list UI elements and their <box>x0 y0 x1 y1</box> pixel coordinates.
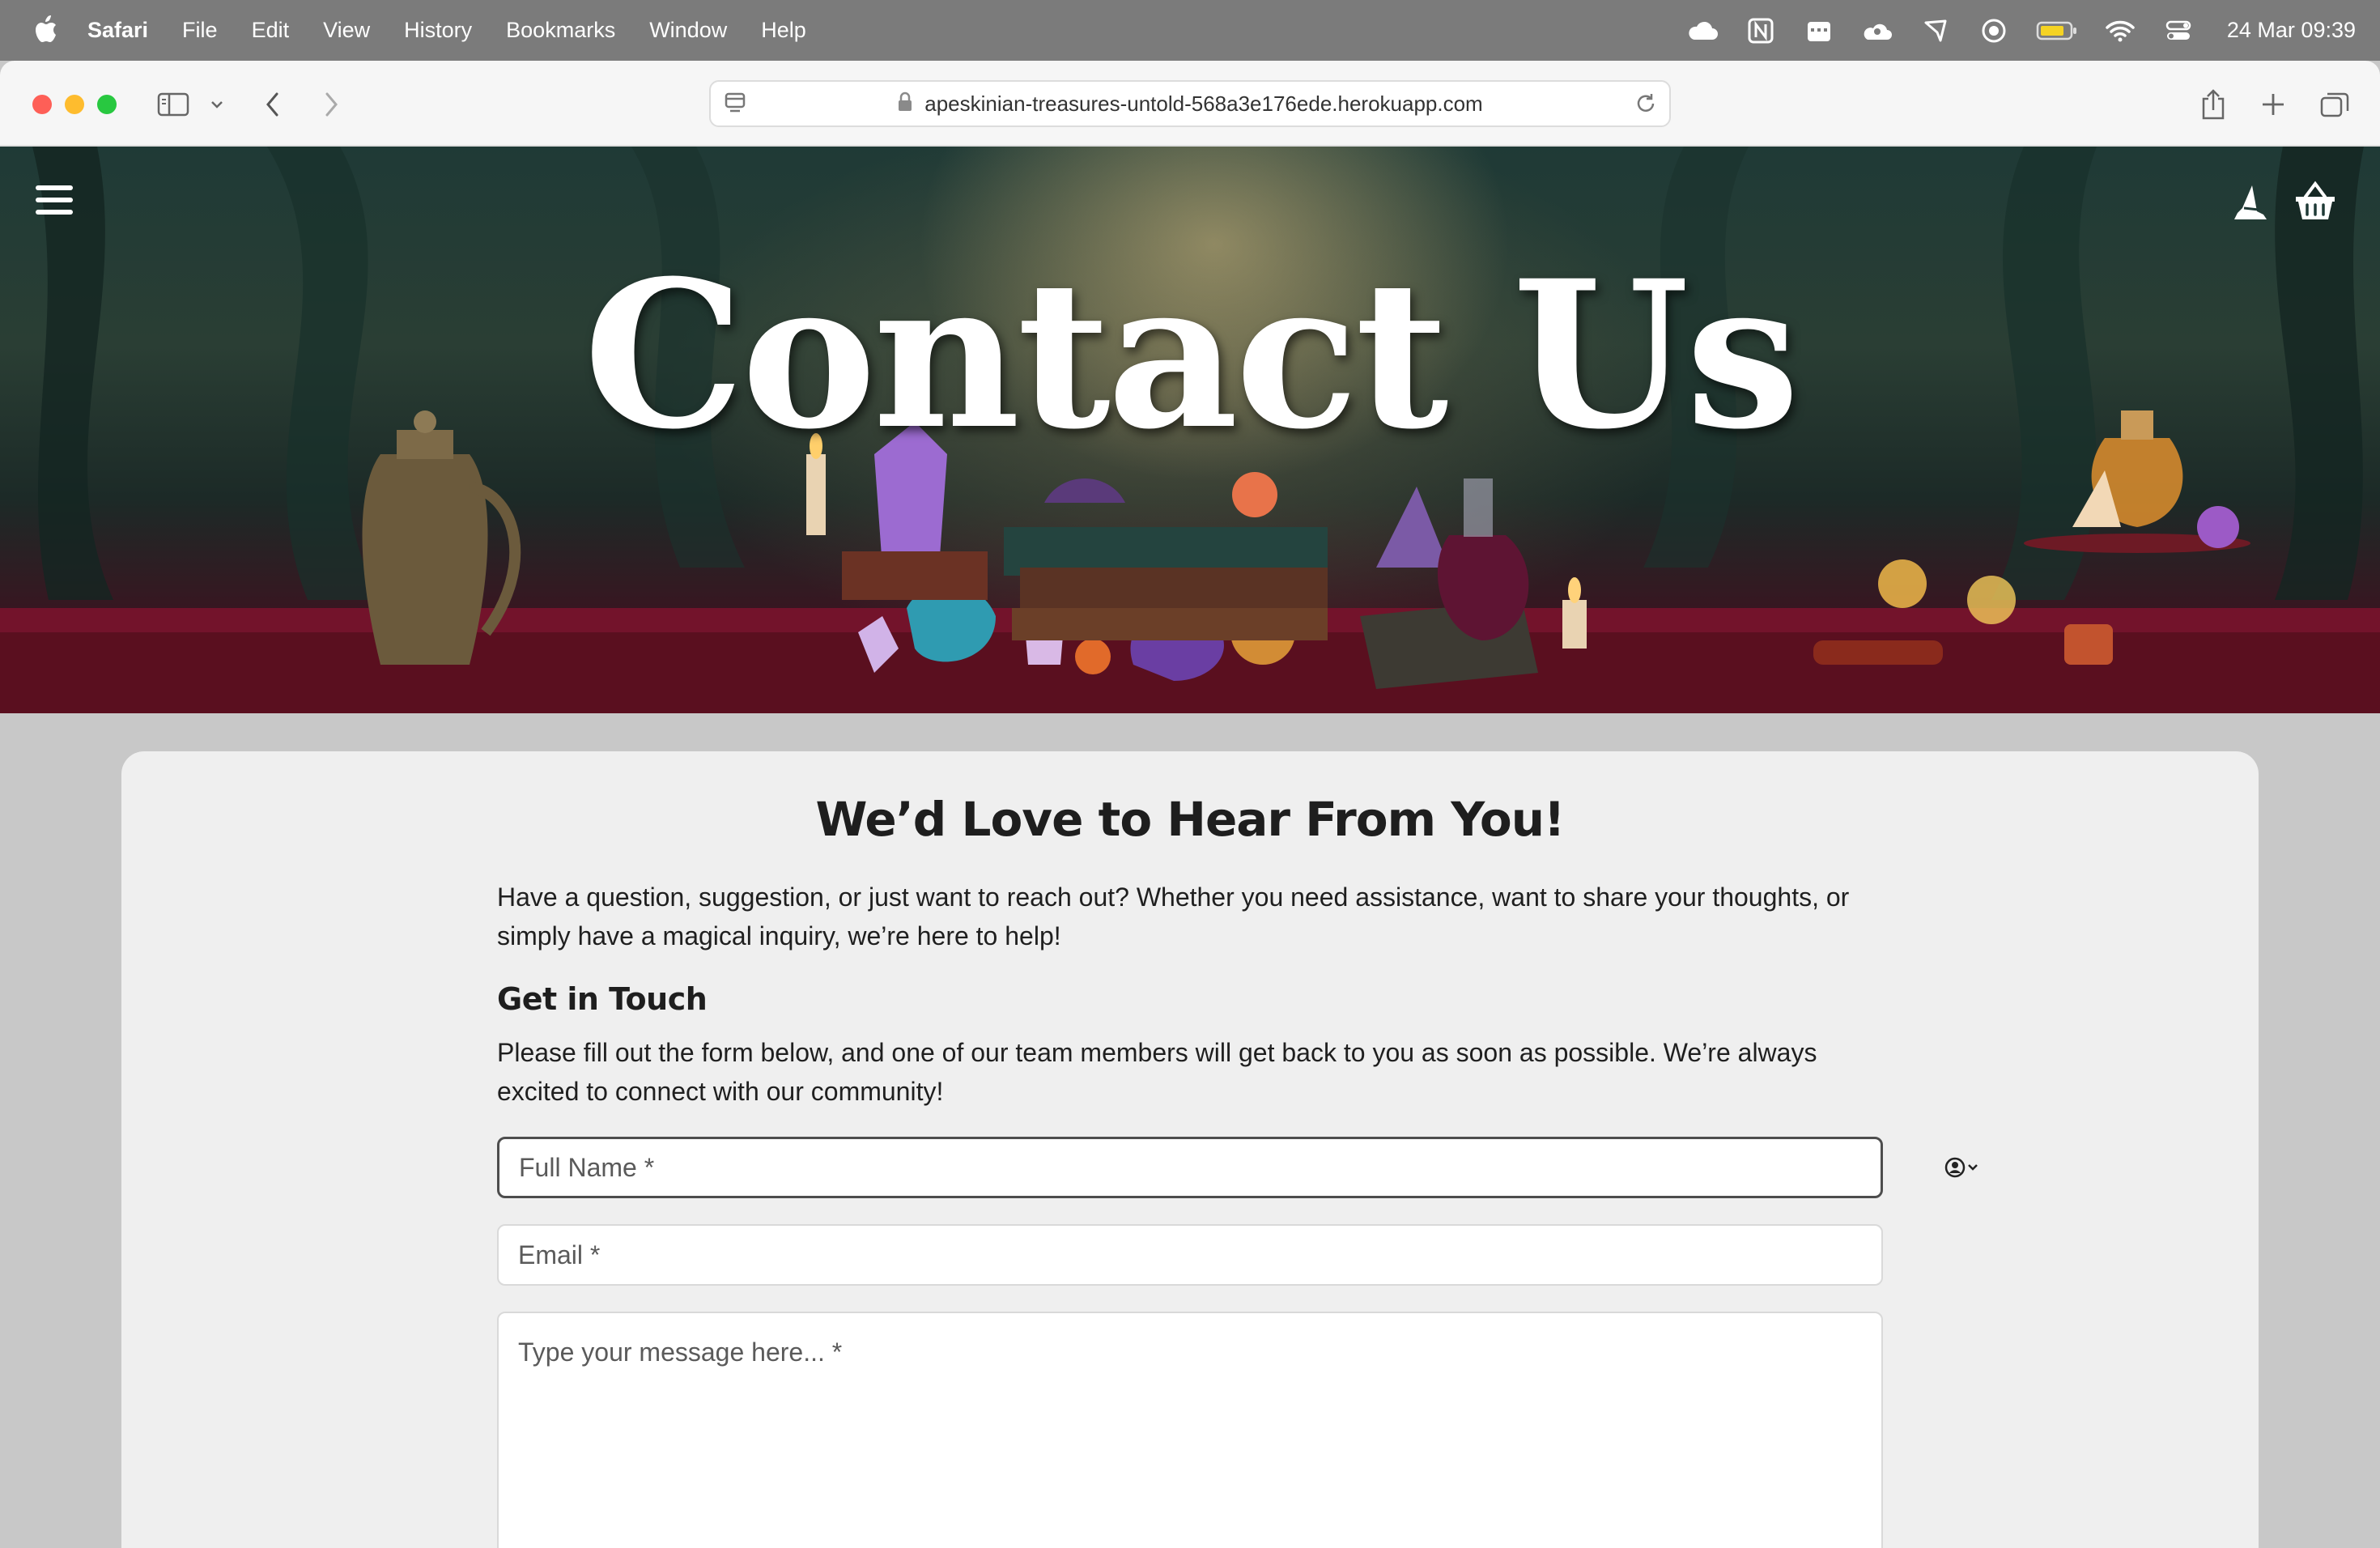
apple-logo-icon[interactable] <box>32 13 58 45</box>
battery-icon[interactable] <box>2036 15 2078 47</box>
wifi-icon[interactable] <box>2104 15 2136 47</box>
wizard-hat-account-icon[interactable] <box>2228 179 2273 228</box>
browser-toolbar: apeskinian-treasures-untold-568a3e176ede… <box>0 61 2380 147</box>
menu-app-safari[interactable]: Safari <box>87 18 148 43</box>
menu-bar: Safari File Edit View History Bookmarks … <box>0 0 2380 61</box>
site-settings-icon[interactable] <box>724 91 748 120</box>
calendar-icon[interactable] <box>1803 15 1835 47</box>
hamburger-menu-button[interactable] <box>36 185 73 218</box>
get-in-touch-heading: Get in Touch <box>497 981 708 1017</box>
minimize-window-button[interactable] <box>65 95 84 114</box>
shopping-basket-icon[interactable] <box>2293 179 2338 228</box>
contact-autofill-icon[interactable] <box>1943 1153 1983 1182</box>
hero-banner: Contact Us <box>0 147 2380 713</box>
menu-help[interactable]: Help <box>761 18 806 43</box>
cloud-user-icon[interactable] <box>1861 15 1893 47</box>
new-tab-icon[interactable] <box>2259 80 2288 129</box>
chevron-down-icon[interactable] <box>207 80 227 129</box>
tab-overview-icon[interactable] <box>2318 80 2351 129</box>
close-window-button[interactable] <box>32 95 52 114</box>
menubar-clock[interactable]: 24 Mar 09:39 <box>2227 18 2356 43</box>
pointer-icon[interactable] <box>1919 15 1952 47</box>
message-textarea[interactable] <box>497 1312 1883 1548</box>
page-title: Contact Us <box>583 236 1800 474</box>
menu-view[interactable]: View <box>323 18 370 43</box>
email-input[interactable] <box>497 1224 1883 1286</box>
zoom-window-button[interactable] <box>97 95 117 114</box>
full-name-input[interactable] <box>497 1137 1883 1198</box>
record-icon[interactable] <box>1978 15 2010 47</box>
notion-icon[interactable] <box>1745 15 1777 47</box>
cloud-icon[interactable] <box>1686 15 1719 47</box>
instructions-text: Please fill out the form below, and one … <box>497 1038 1817 1106</box>
reload-icon[interactable] <box>1634 91 1658 120</box>
share-icon[interactable] <box>2199 80 2228 129</box>
control-center-icon[interactable] <box>2162 15 2195 47</box>
address-bar[interactable]: apeskinian-treasures-untold-568a3e176ede… <box>709 80 1671 127</box>
intro-text: Have a question, suggestion, or just wan… <box>497 882 1850 950</box>
sidebar-toggle-icon[interactable] <box>155 80 191 129</box>
forward-button[interactable] <box>319 80 343 129</box>
back-button[interactable] <box>261 80 285 129</box>
menu-file[interactable]: File <box>182 18 218 43</box>
url-text: apeskinian-treasures-untold-568a3e176ede… <box>924 91 1483 116</box>
menu-window[interactable]: Window <box>649 18 727 43</box>
menu-bookmarks[interactable]: Bookmarks <box>506 18 615 43</box>
contact-card: We’d Love to Hear From You! Have a quest… <box>121 751 2259 1548</box>
lock-icon <box>897 91 913 117</box>
menu-edit[interactable]: Edit <box>252 18 290 43</box>
menu-history[interactable]: History <box>404 18 472 43</box>
contact-heading: We’d Love to Hear From You! <box>815 792 1566 847</box>
